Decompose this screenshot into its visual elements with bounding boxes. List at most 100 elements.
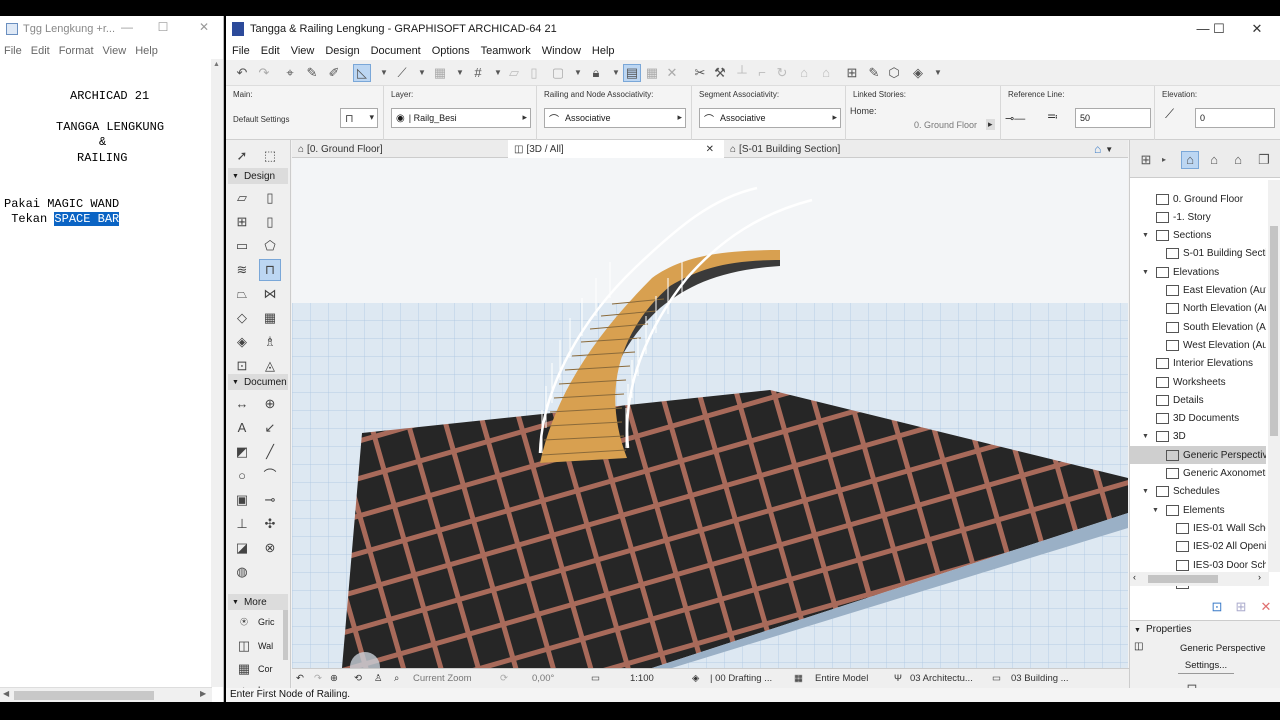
close-icon[interactable]: ✕	[1242, 21, 1272, 37]
scale-value[interactable]: 1:100	[630, 673, 654, 684]
navigator-item[interactable]: Interior Elevations	[1130, 355, 1266, 373]
object-tool-icon[interactable]: ♗	[260, 332, 280, 352]
elevation-input[interactable]: 0	[1195, 108, 1275, 128]
ref-line-left-icon[interactable]: ⊸—	[1005, 112, 1025, 125]
close-tab-icon[interactable]: ✕	[706, 144, 714, 155]
chevron-down-icon[interactable]: ▼	[376, 65, 392, 81]
menu-view[interactable]: View	[291, 45, 315, 57]
stair-tool-icon[interactable]: ≋	[232, 260, 252, 280]
elevation-tool-icon[interactable]: ⊥	[232, 514, 252, 534]
navigator-item[interactable]: IES-01 Wall Sched	[1130, 519, 1266, 537]
adjust-icon[interactable]: ⚒	[712, 65, 728, 81]
menu-file[interactable]: File	[232, 45, 250, 57]
menu-view[interactable]: View	[103, 45, 127, 57]
text-tool-icon[interactable]: A	[232, 418, 252, 438]
publisher-icon[interactable]: ❐	[1256, 152, 1272, 168]
railing-assoc-select[interactable]: ⌒ Associative ▸	[544, 108, 686, 128]
skylight-tool-icon[interactable]: ◈	[232, 332, 252, 352]
menu-help[interactable]: Help	[592, 45, 615, 57]
navigator-item[interactable]: ▼ Sections	[1130, 227, 1266, 245]
morph-tool-icon[interactable]: ◇	[232, 308, 252, 328]
menu-options[interactable]: Options	[432, 45, 470, 57]
lock-icon[interactable]: 🔒︎	[588, 65, 604, 81]
menu-teamwork[interactable]: Teamwork	[481, 45, 531, 57]
menu-design[interactable]: Design	[325, 45, 359, 57]
layout-icon[interactable]: ⊞	[844, 65, 860, 81]
chevron-down-icon[interactable]: ▼	[570, 65, 586, 81]
design-section-header[interactable]: ▼ Design	[228, 168, 288, 184]
notepad-vertical-scrollbar[interactable]: ▲	[211, 59, 223, 687]
navigator-item[interactable]: East Elevation (Auto	[1130, 282, 1266, 300]
minimize-icon[interactable]: —	[116, 20, 138, 34]
ref-line-offset-icon[interactable]: ≕	[1047, 110, 1058, 123]
new-folder-icon[interactable]: ⊞	[1233, 599, 1249, 615]
menu-file[interactable]: File	[4, 45, 22, 57]
chevron-left-icon[interactable]: ‹	[1133, 572, 1136, 582]
delete-icon[interactable]: ✕	[1258, 599, 1274, 615]
chevron-down-icon[interactable]: ▼	[1152, 507, 1159, 514]
label-tool-icon[interactable]: ↙	[260, 418, 280, 438]
trace-ref-icon[interactable]: ▯	[526, 65, 542, 81]
view-map-icon[interactable]: ⌂	[1206, 152, 1222, 168]
chevron-down-icon[interactable]: ▼	[490, 65, 506, 81]
layer-combo-icon[interactable]: ▢	[550, 65, 566, 81]
navigator-item[interactable]: 3D Documents	[1130, 410, 1266, 428]
arrow-tool-icon[interactable]: ➚	[232, 146, 252, 166]
navigator-item[interactable]: IES-02 All Openin	[1130, 538, 1266, 556]
close-icon[interactable]: ✕	[193, 20, 215, 34]
toolbox-scrollbar[interactable]	[283, 610, 288, 660]
edit-icon[interactable]: ✎	[866, 65, 882, 81]
column-tool-icon[interactable]: ▯	[260, 212, 280, 232]
navigator-item[interactable]: Generic Axonometr	[1130, 465, 1266, 483]
navigator-item[interactable]: ▼ 3D	[1130, 428, 1266, 446]
settings-dialog-button[interactable]: ⊓ ▾	[340, 108, 378, 128]
navigator-3d-icon[interactable]: ⬡	[886, 65, 902, 81]
settings-button[interactable]: Settings...	[1178, 658, 1234, 674]
navigator-item[interactable]: Details	[1130, 391, 1266, 409]
walk-icon[interactable]: ♙	[374, 673, 383, 684]
notepad-text-area[interactable]: ARCHICAD 21 TANGGA LENGKUNG & RAILING Paka…	[0, 59, 212, 687]
chevron-right-icon[interactable]: ▸	[1156, 152, 1172, 168]
layer-combination-value[interactable]: | 00 Drafting ...	[710, 673, 772, 684]
3d-viewport[interactable]	[292, 158, 1128, 668]
worksheet-tool-icon[interactable]: ◪	[232, 538, 252, 558]
menu-edit[interactable]: Edit	[31, 45, 50, 57]
notepad-horizontal-scrollbar[interactable]: ◀ ▶	[0, 687, 212, 702]
trim-roof-icon[interactable]: ⌂	[796, 65, 812, 81]
current-zoom-button[interactable]: Current Zoom	[413, 673, 472, 684]
mesh-tool-icon[interactable]: ◬	[260, 356, 280, 376]
navigator-item[interactable]: -1. Story	[1130, 208, 1266, 226]
zoom-icon[interactable]: ⌕	[394, 673, 399, 684]
model-view-value[interactable]: Entire Model	[815, 673, 868, 684]
ungroup-icon[interactable]: ✕	[664, 65, 680, 81]
layout-book-icon[interactable]: ⌂	[1230, 152, 1246, 168]
redo-icon[interactable]: ↷	[256, 65, 272, 81]
chevron-down-icon[interactable]: ▼	[414, 65, 430, 81]
offset-icon[interactable]: ↻	[774, 65, 790, 81]
navigator-menu-icon[interactable]: ⊞	[1138, 152, 1154, 168]
angle-value[interactable]: 0,00°	[532, 673, 554, 684]
trace-icon[interactable]: ▱	[506, 65, 522, 81]
navigator-item[interactable]: S-01 Building Sectio	[1130, 245, 1266, 263]
navigator-item[interactable]: ▼ Schedules	[1130, 483, 1266, 501]
segment-assoc-select[interactable]: ⌒ Associative ▸	[699, 108, 841, 128]
maximize-icon[interactable]: ☐	[1204, 21, 1234, 37]
navigator-item[interactable]: North Elevation (Au	[1130, 300, 1266, 318]
menu-document[interactable]: Document	[371, 45, 421, 57]
menu-window[interactable]: Window	[542, 45, 581, 57]
navigator-item[interactable]: South Elevation (Au	[1130, 318, 1266, 336]
navigator-item[interactable]: 0. Ground Floor	[1130, 190, 1266, 208]
group-icon[interactable]: ▦	[644, 65, 660, 81]
layer-select[interactable]: ◉ | Railg_Besi ▸	[391, 108, 531, 128]
shell-tool-icon[interactable]: ⋈	[260, 284, 280, 304]
fillet-icon[interactable]: ⌐	[754, 65, 770, 81]
pick-up-icon[interactable]: ⌖	[282, 65, 298, 81]
level-dimension-icon[interactable]: ⊕	[260, 394, 280, 414]
circle-tool-icon[interactable]: ○	[232, 466, 252, 486]
line-tool-icon[interactable]: ╱	[260, 442, 280, 462]
chevron-right-icon[interactable]: ›	[1258, 572, 1261, 582]
navigator-vertical-scrollbar[interactable]	[1268, 180, 1280, 572]
chevron-down-icon[interactable]: ▼	[452, 65, 468, 81]
undo-icon[interactable]: ↶	[234, 65, 250, 81]
change-tool-icon[interactable]: ◍	[232, 562, 252, 582]
